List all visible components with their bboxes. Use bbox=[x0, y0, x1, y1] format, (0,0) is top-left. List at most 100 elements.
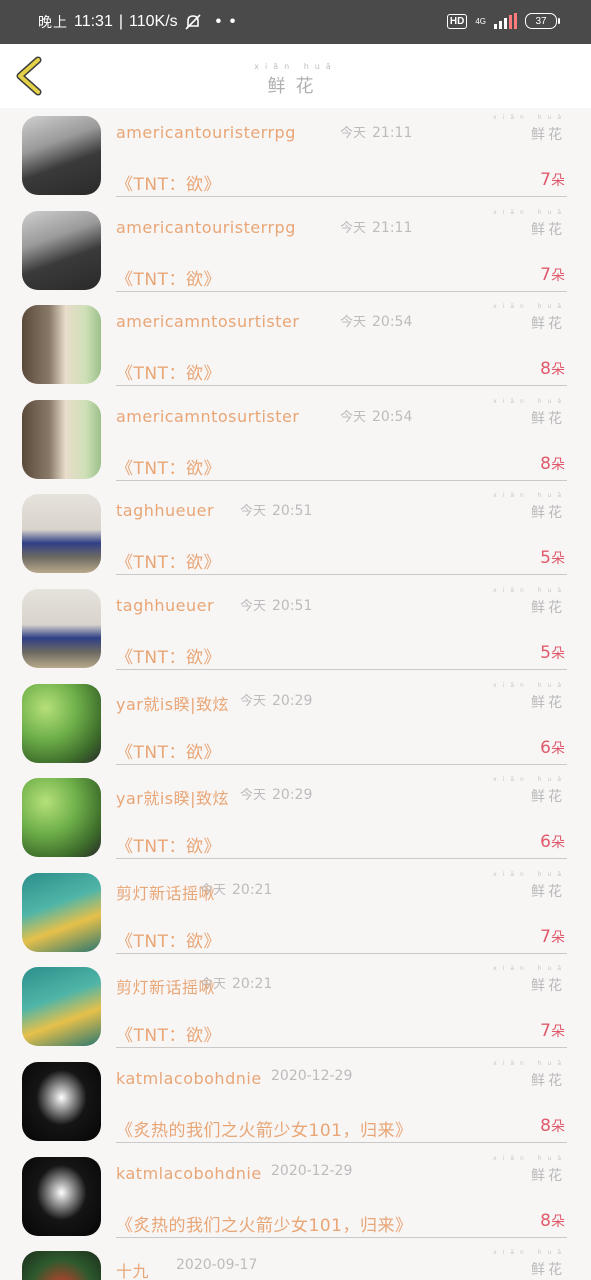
gift-name: 《TNT：欲》 bbox=[116, 931, 221, 952]
time-value: 20:51 bbox=[272, 597, 313, 614]
sender-name[interactable]: katmlacobohdnie bbox=[116, 1069, 262, 1088]
flower-pinyin: xiān huā bbox=[493, 586, 567, 594]
avatar[interactable] bbox=[22, 116, 101, 195]
gift-name: 《炙热的我们之火箭少女101，归来》 bbox=[116, 1120, 413, 1141]
flower-pinyin: xiān huā bbox=[493, 870, 567, 878]
sender-name[interactable]: taghhueuer bbox=[116, 596, 214, 615]
list-item[interactable]: taghhueuer 今天 20:51 xiān huā 鲜花 《TNT：欲》 5… bbox=[0, 486, 591, 581]
avatar[interactable] bbox=[22, 1156, 101, 1236]
list-item[interactable]: katmlacobohdnie 2020-12-29 xiān huā 鲜花 《… bbox=[0, 1054, 591, 1149]
avatar[interactable] bbox=[22, 1251, 101, 1280]
item-info: 十九 2020-09-17 xiān huā 鲜花 bbox=[116, 1249, 567, 1280]
list-item[interactable]: katmlacobohdnie 2020-12-29 xiān huā 鲜花 《… bbox=[0, 1149, 591, 1244]
sender-name[interactable]: taghhueuer bbox=[116, 501, 214, 520]
count-unit: 朵 bbox=[551, 1213, 565, 1230]
flower-label: 鲜花 bbox=[531, 789, 565, 806]
flower-pinyin: xiān huā bbox=[493, 397, 567, 405]
today-label: 今天 bbox=[200, 977, 227, 993]
sender-name[interactable]: katmlacobohdnie bbox=[116, 1164, 262, 1183]
gift-name: 《炙热的我们之火箭少女101，归来》 bbox=[116, 1215, 413, 1236]
list-item[interactable]: 剪灯新话摇啾 今天 20:21 xiān huā 鲜花 《TNT：欲》 7朵 bbox=[0, 959, 591, 1054]
list-item[interactable]: yar就is睽|致炫 今天 20:29 xiān huā 鲜花 《TNT：欲》 6… bbox=[0, 770, 591, 865]
flower-count: 8朵 bbox=[540, 359, 565, 379]
flower-label: 鲜花 bbox=[531, 978, 565, 995]
item-info: 剪灯新话摇啾 今天 20:21 xiān huā 鲜花 《TNT：欲》 7朵 bbox=[116, 965, 567, 1049]
time-value: 20:21 bbox=[232, 976, 273, 993]
avatar[interactable] bbox=[22, 305, 101, 385]
time-value: 21:11 bbox=[372, 125, 413, 141]
count-unit: 朵 bbox=[551, 929, 565, 946]
page-title-wrap: xiān huā 鲜花 bbox=[0, 62, 591, 98]
avatar[interactable] bbox=[22, 399, 101, 479]
avatar[interactable] bbox=[22, 683, 101, 763]
flower-count: 5朵 bbox=[540, 643, 565, 663]
flower-count: 8朵 bbox=[540, 1211, 565, 1231]
list-item[interactable]: yar就is睽|致炫 今天 20:29 xiān huā 鲜花 《TNT：欲》 6… bbox=[0, 676, 591, 771]
send-time: 2020-12-29 bbox=[271, 1068, 352, 1084]
time-value: 2020-12-29 bbox=[271, 1162, 353, 1179]
flower-label: 鲜花 bbox=[531, 221, 565, 238]
list-item[interactable]: 剪灯新话摇啾 今天 20:21 xiān huā 鲜花 《TNT：欲》 7朵 bbox=[0, 865, 591, 960]
item-info: yar就is睽|致炫 今天 20:29 xiān huā 鲜花 《TNT：欲》 6… bbox=[116, 776, 567, 860]
flower-label: 鲜花 bbox=[531, 1072, 565, 1089]
list-item[interactable]: americantouristerrpg 今天 21:11 xiān huā 鲜花… bbox=[0, 203, 591, 298]
list-item[interactable]: americamntosurtister 今天 20:54 xiān huā 鲜花… bbox=[0, 392, 591, 487]
sender-name[interactable]: 十九 bbox=[116, 1258, 149, 1280]
avatar[interactable] bbox=[22, 588, 101, 668]
avatar[interactable] bbox=[22, 1061, 101, 1141]
battery-level: 37 bbox=[535, 15, 547, 27]
today-label: 今天 bbox=[340, 315, 367, 331]
flower-pinyin: xiān huā bbox=[493, 1059, 567, 1067]
flower-label: 鲜花 bbox=[531, 127, 565, 143]
sender-name[interactable]: americamntosurtister bbox=[116, 407, 299, 426]
title-pinyin: xiān huā bbox=[254, 62, 337, 71]
time-value: 20:21 bbox=[232, 881, 273, 898]
time-value: 2020-09-17 bbox=[176, 1257, 258, 1274]
count-unit: 朵 bbox=[551, 267, 565, 284]
list-item[interactable]: 十九 2020-09-17 xiān huā 鲜花 bbox=[0, 1243, 591, 1280]
page-title: 鲜花 bbox=[267, 76, 324, 97]
list-item[interactable]: americantouristerrpg 今天 21:11 xiān huā 鲜花… bbox=[0, 108, 591, 203]
gift-name: 《TNT：欲》 bbox=[116, 553, 221, 574]
count-unit: 朵 bbox=[551, 362, 565, 379]
flower-count: 8朵 bbox=[540, 1116, 565, 1136]
flower-label: 鲜花 bbox=[531, 599, 565, 616]
avatar[interactable] bbox=[22, 210, 101, 290]
today-label: 今天 bbox=[240, 788, 267, 804]
avatar[interactable] bbox=[22, 494, 101, 574]
gift-name: 《TNT：欲》 bbox=[116, 837, 221, 858]
flower-count: 7朵 bbox=[540, 170, 565, 190]
send-time: 2020-09-17 bbox=[176, 1257, 257, 1273]
battery-icon: 37 bbox=[525, 13, 560, 29]
item-info: katmlacobohdnie 2020-12-29 xiān huā 鲜花 《… bbox=[116, 1060, 567, 1143]
sender-name[interactable]: americantouristerrpg bbox=[116, 218, 296, 237]
clock: 11:31 bbox=[74, 13, 113, 30]
flower-count: 6朵 bbox=[540, 832, 565, 852]
list-item[interactable]: taghhueuer 今天 20:51 xiān huā 鲜花 《TNT：欲》 5… bbox=[0, 581, 591, 676]
send-time: 2020-12-29 bbox=[271, 1163, 352, 1179]
sender-name[interactable]: yar就is睽|致炫 bbox=[116, 785, 229, 809]
flower-label: 鲜花 bbox=[531, 505, 565, 522]
avatar[interactable] bbox=[22, 872, 101, 952]
count-value: 8 bbox=[540, 453, 551, 474]
flower-pinyin: xiān huā bbox=[493, 776, 567, 784]
count-value: 5 bbox=[540, 548, 551, 569]
avatar[interactable] bbox=[22, 967, 101, 1047]
list-item[interactable]: americamntosurtister 今天 20:54 xiān huā 鲜花… bbox=[0, 297, 591, 392]
sender-name[interactable]: americamntosurtister bbox=[116, 312, 299, 331]
time-value: 20:54 bbox=[372, 408, 413, 425]
avatar[interactable] bbox=[22, 778, 101, 858]
time-value: 20:51 bbox=[272, 503, 313, 520]
count-value: 7 bbox=[540, 1021, 551, 1042]
flower-pinyin: xiān huā bbox=[493, 1249, 567, 1257]
item-info: 剪灯新话摇啾 今天 20:21 xiān huā 鲜花 《TNT：欲》 7朵 bbox=[116, 871, 567, 954]
send-time: 今天 20:51 bbox=[240, 500, 312, 519]
today-label: 今天 bbox=[240, 693, 267, 709]
sender-name[interactable]: americantouristerrpg bbox=[116, 123, 296, 142]
count-unit: 朵 bbox=[551, 173, 565, 189]
count-unit: 朵 bbox=[551, 1118, 565, 1135]
item-info: americantouristerrpg 今天 21:11 xiān huā 鲜花… bbox=[116, 114, 567, 197]
gift-name: 《TNT：欲》 bbox=[116, 364, 221, 385]
sender-name[interactable]: yar就is睽|致炫 bbox=[116, 691, 229, 715]
flower-count: 6朵 bbox=[540, 738, 565, 758]
